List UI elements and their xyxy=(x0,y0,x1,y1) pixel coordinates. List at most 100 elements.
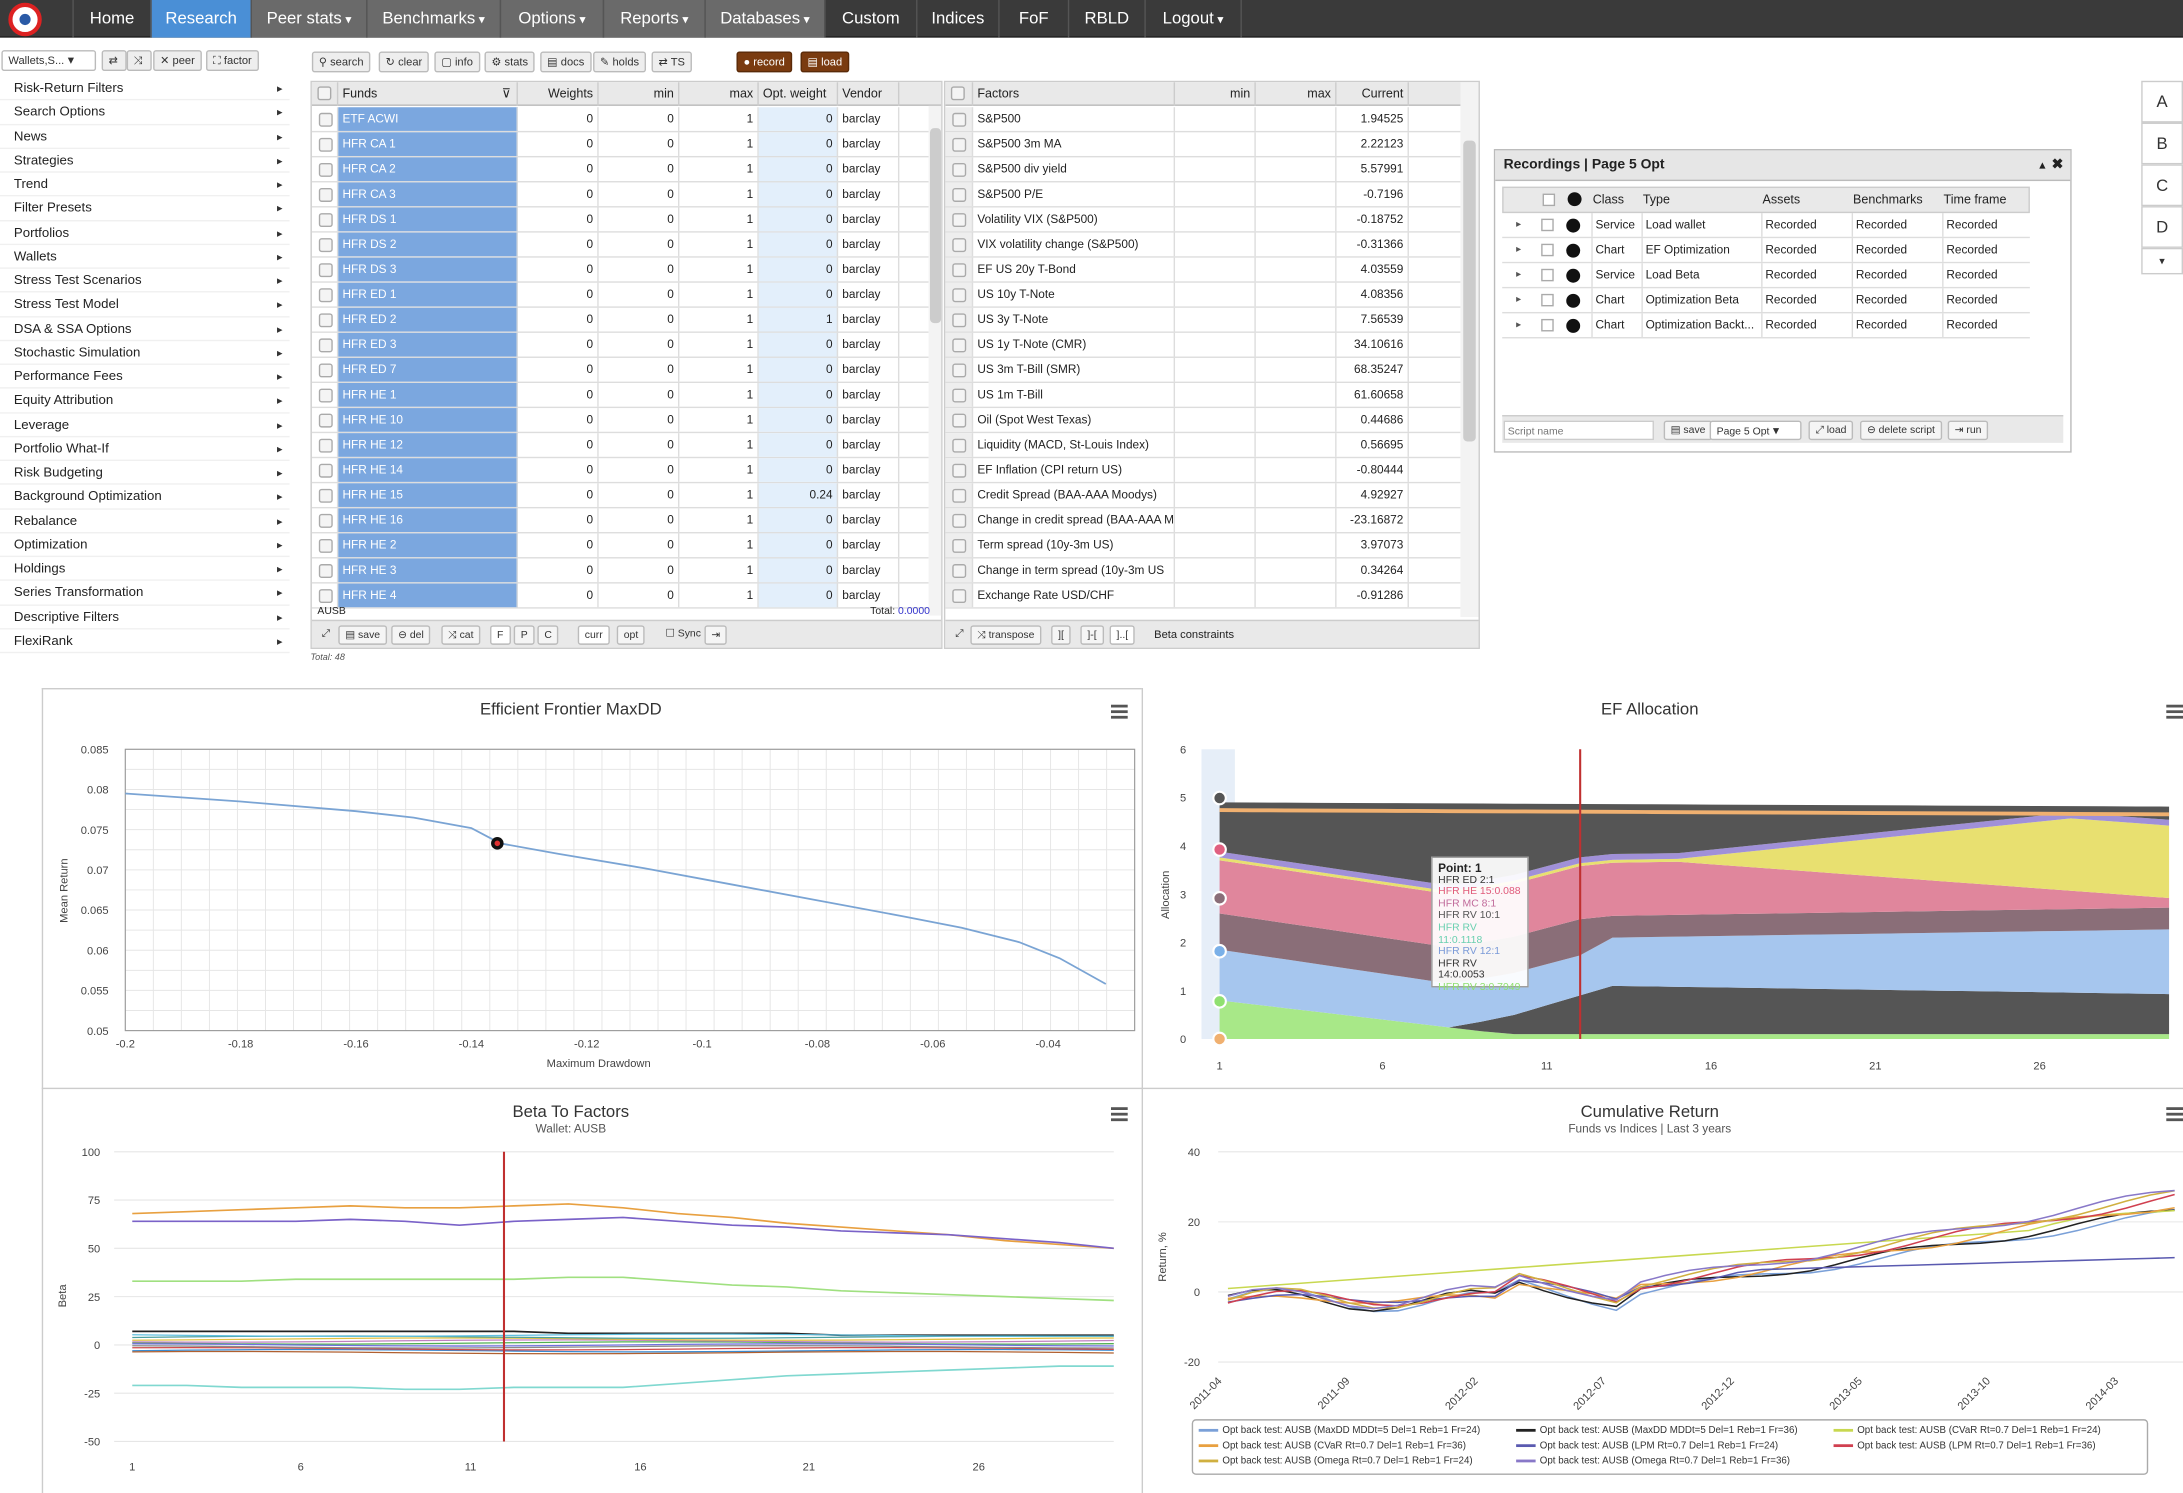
beta-xtick: 21 xyxy=(803,1462,815,1474)
alloc-marker[interactable] xyxy=(1212,994,1227,1009)
legend-swatch xyxy=(1516,1444,1536,1448)
ef-ytick: 0.07 xyxy=(87,865,109,877)
legend-item[interactable]: Opt back test: AUSB (LPM Rt=0.7 Del=1 Re… xyxy=(1516,1441,1778,1451)
alloc-chart-title: EF Allocation xyxy=(1601,699,1699,719)
alloc-ytick: 5 xyxy=(1180,793,1186,805)
ef-chart: -0.2 -0.18 -0.16 -0.14 -0.12 -0.1 -0.08 -0.06 -0… xyxy=(81,744,2183,1474)
ef-xtick: -0.1 xyxy=(692,1038,711,1050)
legend-label: Opt back test: AUSB (CVaR Rt=0.7 Del=1 R… xyxy=(1222,1441,1466,1452)
beta-ylabel: Beta xyxy=(56,1284,69,1308)
cum-xtick: 2011-09 xyxy=(1316,1375,1353,1412)
legend-swatch xyxy=(1198,1459,1219,1463)
cum-ytick: 20 xyxy=(1188,1217,1200,1229)
ef-ytick: 0.055 xyxy=(81,986,109,998)
legend-item[interactable]: Opt back test: AUSB (CVaR Rt=0.7 Del=1 R… xyxy=(1833,1426,2101,1436)
cum-ylabel: Return, % xyxy=(1156,1232,1169,1282)
beta-ytick: 100 xyxy=(82,1147,101,1159)
ef-xtick: -0.16 xyxy=(343,1038,368,1050)
cum-series-line xyxy=(1227,1209,2175,1312)
legend-item[interactable]: Opt back test: AUSB (MaxDD MDDt=5 Del=1 … xyxy=(1516,1426,1798,1436)
cum-xtick: 2012-12 xyxy=(1699,1375,1736,1412)
ef-xtick: -0.06 xyxy=(920,1038,945,1050)
beta-chart-title: Beta To Factors xyxy=(512,1101,630,1122)
alloc-xtick: 26 xyxy=(2033,1061,2045,1073)
cum-series-line xyxy=(1227,1193,2175,1307)
beta-series-line xyxy=(132,1365,1114,1391)
beta-xtick: 11 xyxy=(465,1462,477,1474)
ef-xtick: -0.14 xyxy=(459,1038,484,1050)
alloc-marker[interactable] xyxy=(1212,1031,1227,1047)
beta-ytick: -50 xyxy=(84,1437,100,1449)
cum-xtick: 2013-10 xyxy=(1956,1375,1993,1412)
alloc-xtick: 1 xyxy=(1216,1061,1222,1073)
beta-series-line xyxy=(132,1216,1114,1250)
ef-xlabel: Maximum Drawdown xyxy=(546,1057,651,1070)
beta-ytick: 25 xyxy=(88,1292,100,1304)
legend-swatch xyxy=(1198,1429,1219,1432)
tooltip-line: HFR RV 14:0.0053 xyxy=(1438,956,1485,981)
ef-ytick: 0.08 xyxy=(87,785,109,797)
legend-swatch xyxy=(1516,1459,1536,1463)
legend-item[interactable]: Opt back test: AUSB (Omega Rt=0.7 Del=1 … xyxy=(1198,1456,1473,1467)
alloc-tooltip: Point: 1 HFR ED 2:1 HFR HE 15:0.088 HFR MC … xyxy=(1431,856,1529,992)
beta-chart-subtitle: Wallet: AUSB xyxy=(535,1121,607,1136)
tooltip-line: HFR RV 3:0.7949 xyxy=(1438,980,1521,993)
ef-ytick: 0.06 xyxy=(87,945,109,957)
beta-xtick: 16 xyxy=(634,1462,646,1474)
tooltip-line: HFR RV 11:0.1118 xyxy=(1438,920,1483,946)
ef-ytick: 0.065 xyxy=(81,905,109,917)
cum-series-line xyxy=(1227,1189,2175,1310)
cum-xtick: 2013-05 xyxy=(1828,1375,1865,1412)
legend-label: Opt back test: AUSB (MaxDD MDDt=5 Del=1 … xyxy=(1539,1426,1798,1436)
legend-label: Opt back test: AUSB (Omega Rt=0.7 Del=1 … xyxy=(1222,1456,1473,1467)
legend-label: Opt back test: AUSB (LPM Rt=0.7 Del=1 Re… xyxy=(1539,1441,1779,1452)
alloc-ytick: 6 xyxy=(1180,744,1186,756)
ef-ytick: 0.085 xyxy=(81,744,109,756)
cum-legend: Opt back test: AUSB (MaxDD MDDt=5 Del=1 … xyxy=(1191,1419,2149,1475)
ef-xtick: -0.12 xyxy=(574,1038,599,1050)
alloc-marker[interactable] xyxy=(1212,943,1227,959)
ef-ytick: 0.075 xyxy=(81,825,109,837)
alloc-ytick: 4 xyxy=(1180,841,1186,853)
beta-ytick: 50 xyxy=(88,1244,100,1256)
ef-ylabel: Mean Return xyxy=(57,858,71,923)
cum-chart-title: Cumulative Return xyxy=(1580,1101,1719,1122)
alloc-ytick: 3 xyxy=(1180,889,1186,901)
legend-item[interactable]: Opt back test: AUSB (MaxDD MDDt=5 Del=1 … xyxy=(1198,1426,1481,1436)
cum-ytick: -20 xyxy=(1184,1357,1200,1369)
alloc-xtick: 21 xyxy=(1869,1061,1881,1073)
cum-series-line xyxy=(1227,1208,2175,1313)
beta-series-line xyxy=(132,1203,1114,1250)
beta-ytick: 0 xyxy=(94,1340,100,1352)
ef-xtick: -0.04 xyxy=(1035,1038,1060,1050)
cum-xtick: 2011-04 xyxy=(1188,1375,1225,1412)
alloc-marker[interactable] xyxy=(1212,842,1227,857)
ef-xtick: -0.2 xyxy=(116,1038,135,1050)
alloc-marker[interactable] xyxy=(1212,790,1227,806)
legend-swatch xyxy=(1833,1429,1854,1432)
beta-xtick: 26 xyxy=(973,1462,985,1474)
cum-chart-subtitle: Funds vs Indices | Last 3 years xyxy=(1568,1121,1732,1136)
beta-series-line xyxy=(132,1345,1114,1349)
legend-item[interactable]: Opt back test: AUSB (Omega Rt=0.7 Del=1 … xyxy=(1516,1457,1790,1467)
legend-swatch xyxy=(1516,1429,1536,1432)
ef-line xyxy=(125,792,1107,985)
beta-menu-icon[interactable] xyxy=(1110,1107,1128,1122)
cum-menu-icon[interactable] xyxy=(2166,1107,2183,1122)
alloc-marker[interactable] xyxy=(1212,890,1227,906)
alloc-menu-icon[interactable] xyxy=(2166,704,2183,719)
legend-label: Opt back test: AUSB (CVaR Rt=0.7 Del=1 R… xyxy=(1857,1426,2101,1436)
beta-xtick: 6 xyxy=(298,1462,304,1474)
legend-swatch xyxy=(1833,1444,1854,1448)
cum-xtick: 2012-02 xyxy=(1443,1375,1480,1412)
ef-xtick: -0.08 xyxy=(805,1038,830,1050)
legend-item[interactable]: Opt back test: AUSB (CVaR Rt=0.7 Del=1 R… xyxy=(1198,1441,1466,1452)
alloc-xtick: 11 xyxy=(1541,1061,1553,1073)
legend-label: Opt back test: AUSB (MaxDD MDDt=5 Del=1 … xyxy=(1222,1426,1481,1436)
beta-ytick: 75 xyxy=(88,1195,100,1207)
cum-ytick: 0 xyxy=(1194,1287,1200,1299)
legend-label: Opt back test: AUSB (LPM Rt=0.7 Del=1 Re… xyxy=(1857,1441,2096,1452)
alloc-xtick: 6 xyxy=(1379,1061,1385,1073)
legend-item[interactable]: Opt back test: AUSB (LPM Rt=0.7 Del=1 Re… xyxy=(1833,1441,2096,1452)
ef-selected-point-core xyxy=(494,840,501,847)
